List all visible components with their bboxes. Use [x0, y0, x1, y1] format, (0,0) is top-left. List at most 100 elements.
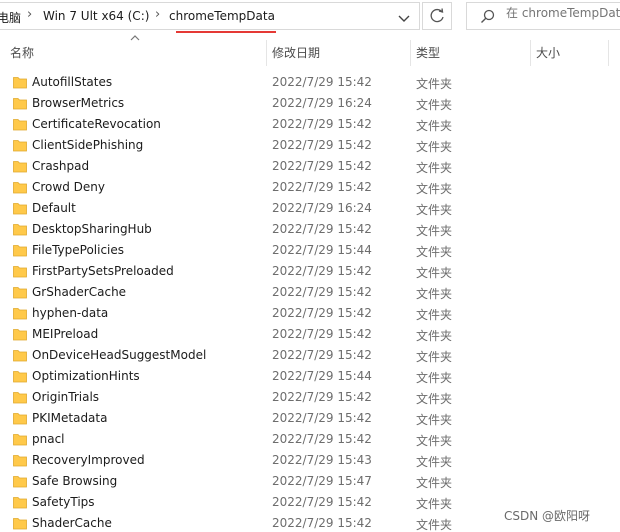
file-type: 文件夹: [416, 161, 453, 175]
file-type: 文件夹: [416, 203, 453, 217]
file-row[interactable]: CertificateRevocation 2022/7/29 15:42 文件…: [0, 114, 620, 135]
file-name: RecoveryImproved: [32, 453, 145, 467]
file-name: ShaderCache: [32, 516, 112, 530]
file-modified: 2022/7/29 15:42: [272, 327, 372, 341]
breadcrumb-current-folder[interactable]: chromeTempData: [169, 9, 275, 23]
file-type: 文件夹: [416, 497, 453, 511]
file-modified: 2022/7/29 15:43: [272, 453, 372, 467]
folder-icon: [13, 203, 27, 215]
folder-icon: [13, 77, 27, 89]
file-name: FirstPartySetsPreloaded: [32, 264, 174, 278]
file-row[interactable]: OnDeviceHeadSuggestModel 2022/7/29 15:42…: [0, 345, 620, 366]
file-row[interactable]: MEIPreload 2022/7/29 15:42 文件夹: [0, 324, 620, 345]
file-modified: 2022/7/29 15:42: [272, 222, 372, 236]
file-type: 文件夹: [416, 224, 453, 238]
search-input[interactable]: [506, 6, 620, 20]
file-type: 文件夹: [416, 476, 453, 490]
folder-icon: [13, 476, 27, 488]
file-modified: 2022/7/29 15:42: [272, 285, 372, 299]
file-type: 文件夹: [416, 245, 453, 259]
file-row[interactable]: FileTypePolicies 2022/7/29 15:44 文件夹: [0, 240, 620, 261]
file-modified: 2022/7/29 15:42: [272, 390, 372, 404]
folder-icon: [13, 392, 27, 404]
file-name: Safe Browsing: [32, 474, 118, 488]
file-row[interactable]: OriginTrials 2022/7/29 15:42 文件夹: [0, 387, 620, 408]
refresh-button[interactable]: [422, 2, 452, 30]
folder-icon: [13, 119, 27, 131]
file-modified: 2022/7/29 15:42: [272, 75, 372, 89]
chevron-right-icon[interactable]: ›: [155, 7, 160, 22]
breadcrumb-drive[interactable]: Win 7 Ult x64 (C:): [43, 9, 149, 23]
file-type: 文件夹: [416, 182, 453, 196]
file-name: FileTypePolicies: [32, 243, 125, 257]
file-name: OriginTrials: [32, 390, 100, 404]
folder-icon: [13, 182, 27, 194]
file-row[interactable]: FirstPartySetsPreloaded 2022/7/29 15:42 …: [0, 261, 620, 282]
file-modified: 2022/7/29 15:42: [272, 117, 372, 131]
column-header-modified[interactable]: 修改日期: [272, 44, 320, 61]
address-bar[interactable]: 电脑 › Win 7 Ult x64 (C:) › chromeTempData: [0, 2, 420, 30]
file-type: 文件夹: [416, 371, 453, 385]
file-name: BrowserMetrics: [32, 96, 125, 110]
file-row[interactable]: RecoveryImproved 2022/7/29 15:43 文件夹: [0, 450, 620, 471]
folder-icon: [13, 140, 27, 152]
column-divider[interactable]: [410, 40, 411, 66]
folder-icon: [13, 329, 27, 341]
file-row[interactable]: PKIMetadata 2022/7/29 15:42 文件夹: [0, 408, 620, 429]
file-row[interactable]: GrShaderCache 2022/7/29 15:42 文件夹: [0, 282, 620, 303]
file-row[interactable]: hyphen-data 2022/7/29 15:42 文件夹: [0, 303, 620, 324]
folder-icon: [13, 350, 27, 362]
file-row[interactable]: DesktopSharingHub 2022/7/29 15:42 文件夹: [0, 219, 620, 240]
column-header-type[interactable]: 类型: [416, 44, 440, 61]
file-name: AutofillStates: [32, 75, 113, 89]
file-explorer-window: 电脑 › Win 7 Ult x64 (C:) › chromeTempData: [0, 0, 620, 532]
file-name: PKIMetadata: [32, 411, 108, 425]
file-modified: 2022/7/29 16:24: [272, 201, 372, 215]
folder-icon: [13, 266, 27, 278]
file-row[interactable]: Default 2022/7/29 16:24 文件夹: [0, 198, 620, 219]
file-row[interactable]: Crashpad 2022/7/29 15:42 文件夹: [0, 156, 620, 177]
file-row[interactable]: ClientSidePhishing 2022/7/29 15:42 文件夹: [0, 135, 620, 156]
file-name: MEIPreload: [32, 327, 99, 341]
folder-icon: [13, 287, 27, 299]
file-row[interactable]: AutofillStates 2022/7/29 15:42 文件夹: [0, 72, 620, 93]
file-modified: 2022/7/29 15:42: [272, 159, 372, 173]
file-modified: 2022/7/29 15:42: [272, 180, 372, 194]
highlight-underline: [176, 31, 276, 33]
file-row[interactable]: Crowd Deny 2022/7/29 15:42 文件夹: [0, 177, 620, 198]
column-headers: 名称 修改日期 类型 大小: [0, 35, 620, 68]
file-row[interactable]: Safe Browsing 2022/7/29 15:47 文件夹: [0, 471, 620, 492]
file-type: 文件夹: [416, 518, 453, 532]
file-type: 文件夹: [416, 350, 453, 364]
chevron-down-icon: [398, 15, 410, 22]
column-divider[interactable]: [266, 40, 267, 66]
file-type: 文件夹: [416, 455, 453, 469]
breadcrumb-this-pc[interactable]: 电脑: [0, 9, 21, 26]
file-modified: 2022/7/29 15:42: [272, 138, 372, 152]
file-name: CertificateRevocation: [32, 117, 161, 131]
chevron-right-icon[interactable]: ›: [27, 7, 32, 22]
file-type: 文件夹: [416, 392, 453, 406]
column-header-size[interactable]: 大小: [536, 44, 560, 61]
column-divider[interactable]: [608, 40, 609, 66]
file-type: 文件夹: [416, 329, 453, 343]
file-modified: 2022/7/29 15:42: [272, 432, 372, 446]
watermark: CSDN @欧阳呀: [504, 509, 591, 523]
file-name: GrShaderCache: [32, 285, 127, 299]
file-name: OptimizationHints: [32, 369, 140, 383]
file-modified: 2022/7/29 15:44: [272, 243, 372, 257]
file-row[interactable]: OptimizationHints 2022/7/29 15:44 文件夹: [0, 366, 620, 387]
file-row[interactable]: BrowserMetrics 2022/7/29 16:24 文件夹: [0, 93, 620, 114]
column-divider[interactable]: [530, 40, 531, 66]
search-icon: [481, 9, 495, 23]
file-modified: 2022/7/29 16:24: [272, 96, 372, 110]
file-row[interactable]: pnacl 2022/7/29 15:42 文件夹: [0, 429, 620, 450]
file-type: 文件夹: [416, 413, 453, 427]
column-header-name[interactable]: 名称: [10, 44, 34, 61]
file-modified: 2022/7/29 15:42: [272, 348, 372, 362]
address-dropdown-button[interactable]: [395, 11, 413, 27]
folder-icon: [13, 371, 27, 383]
file-name: pnacl: [32, 432, 65, 446]
file-modified: 2022/7/29 15:44: [272, 369, 372, 383]
file-name: Default: [32, 201, 76, 215]
